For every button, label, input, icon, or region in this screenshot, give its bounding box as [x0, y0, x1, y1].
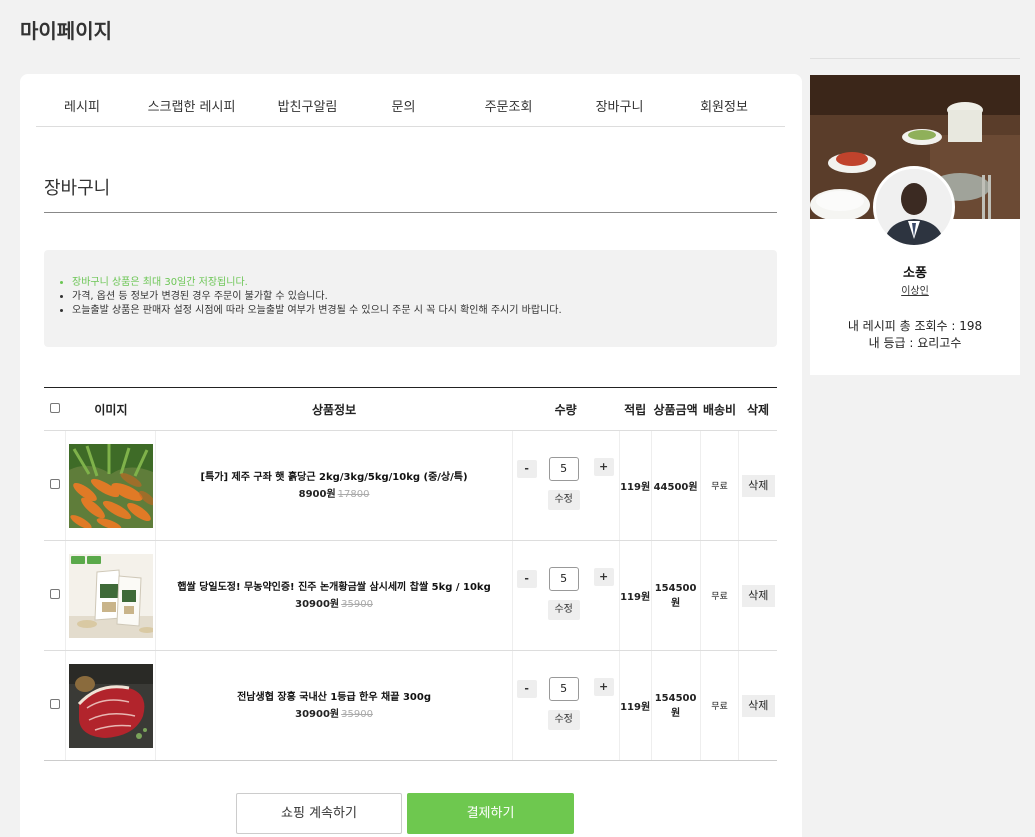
item-shipping: 무료: [711, 482, 728, 492]
product-old-price: 35900: [341, 599, 373, 610]
tab-bapchingu-alarm[interactable]: 밥친구알림: [255, 90, 360, 126]
table-header-row: 이미지 상품정보 수량 적립 상품금액 배송비 삭제: [44, 387, 777, 431]
product-price: 30900원: [295, 709, 340, 720]
notice-item: 장바구니 상품은 최대 30일간 저장됩니다.: [72, 276, 777, 290]
header-qty: 수량: [512, 387, 620, 431]
qty-minus-button[interactable]: -: [516, 569, 537, 588]
page-title: 마이페이지: [20, 19, 112, 43]
header-info: 상품정보: [155, 387, 513, 431]
delete-button[interactable]: 삭제: [741, 694, 775, 717]
header-select-all[interactable]: [44, 387, 66, 431]
tab-member-info[interactable]: 회원정보: [669, 90, 779, 126]
qty-minus-button[interactable]: -: [516, 459, 537, 478]
product-price: 8900원: [298, 489, 336, 500]
qty-edit-button[interactable]: 수정: [547, 599, 580, 620]
qty-edit-button[interactable]: 수정: [547, 709, 580, 730]
item-checkbox[interactable]: [49, 479, 60, 489]
item-amount: 154500원: [651, 650, 701, 761]
item-points: 119원: [619, 430, 652, 541]
product-price: 30900원: [295, 599, 340, 610]
notice-item: 가격, 옵션 등 정보가 변경된 경우 주문이 불가할 수 있습니다.: [72, 290, 777, 304]
select-all-checkbox[interactable]: [49, 403, 60, 413]
qty-input[interactable]: 5: [548, 566, 579, 591]
cart-table: 이미지 상품정보 수량 적립 상품금액 배송비 삭제 [특가] 제주 구좌 햇 …: [44, 387, 777, 761]
profile-name: 소퐁: [903, 266, 927, 281]
checkout-button[interactable]: 결제하기: [407, 793, 574, 834]
profile-grade: 내 등급 : 요리고수: [868, 336, 962, 350]
qty-input[interactable]: 5: [548, 456, 579, 481]
profile-link[interactable]: 이상인: [810, 282, 1020, 297]
header-amount: 상품금액: [651, 387, 701, 431]
qty-input[interactable]: 5: [548, 676, 579, 701]
item-points: 119원: [619, 650, 652, 761]
item-shipping: 무료: [711, 592, 728, 602]
tab-cart[interactable]: 장바구니: [570, 90, 669, 126]
tab-order-lookup[interactable]: 주문조회: [447, 90, 570, 126]
carrots-photo[interactable]: [68, 443, 153, 528]
sidebar-divider: [810, 58, 1020, 59]
qty-minus-button[interactable]: -: [516, 679, 537, 698]
tab-bar: 레시피 스크랩한 레시피 밥친구알림 문의 주문조회 장바구니 회원정보: [36, 90, 785, 127]
beef-photo[interactable]: [68, 663, 153, 748]
tab-scrapped-recipe[interactable]: 스크랩한 레시피: [128, 90, 255, 126]
product-old-price: 35900: [341, 709, 373, 720]
section-title: 장바구니: [44, 178, 111, 199]
tab-inquiry[interactable]: 문의: [360, 90, 447, 126]
section-divider: [44, 212, 777, 213]
table-row: 전남생협 장흥 국내산 1등급 한우 채끝 300g 30900원 35900 -…: [44, 650, 777, 761]
table-row: [특가] 제주 구좌 햇 흙당근 2kg/3kg/5kg/10kg (중/상/특…: [44, 430, 777, 541]
header-shipping: 배송비: [700, 387, 739, 431]
main-card: 레시피 스크랩한 레시피 밥친구알림 문의 주문조회 장바구니 회원정보 장바구…: [20, 74, 802, 837]
delete-button[interactable]: 삭제: [741, 474, 775, 497]
profile-recipe-views: 내 레시피 총 조회수 : 198: [847, 319, 983, 333]
cart-notice: 장바구니 상품은 최대 30일간 저장됩니다. 가격, 옵션 등 정보가 변경된…: [44, 250, 777, 347]
rice-bag-photo[interactable]: [68, 553, 153, 638]
avatar[interactable]: [873, 166, 955, 248]
tab-recipe[interactable]: 레시피: [36, 90, 128, 126]
item-amount: 154500원: [651, 540, 701, 651]
item-checkbox[interactable]: [49, 699, 60, 709]
header-image: 이미지: [65, 387, 156, 431]
item-points: 119원: [619, 540, 652, 651]
qty-plus-button[interactable]: +: [593, 567, 614, 586]
profile-card: 소퐁 이상인 내 레시피 총 조회수 : 198 내 등급 : 요리고수: [810, 75, 1020, 375]
qty-plus-button[interactable]: +: [593, 457, 614, 476]
quantity-stepper: - 5 + 수정: [513, 451, 619, 521]
header-points: 적립: [619, 387, 652, 431]
qty-edit-button[interactable]: 수정: [547, 489, 580, 510]
item-amount: 44500원: [651, 430, 701, 541]
quantity-stepper: - 5 + 수정: [513, 671, 619, 741]
product-name[interactable]: 전남생협 장흥 국내산 1등급 한우 채끝 300g: [156, 691, 511, 705]
qty-plus-button[interactable]: +: [593, 677, 614, 696]
item-shipping: 무료: [711, 702, 728, 712]
header-delete: 삭제: [738, 387, 777, 431]
product-name[interactable]: 햅쌀 당일도정! 무농약인증! 진주 논개황금쌀 삼시세끼 찹쌀 5kg / 1…: [156, 581, 511, 595]
product-old-price: 17800: [337, 489, 370, 500]
delete-button[interactable]: 삭제: [741, 584, 775, 607]
table-row: 햅쌀 당일도정! 무농약인증! 진주 논개황금쌀 삼시세끼 찹쌀 5kg / 1…: [44, 540, 777, 651]
continue-shopping-button[interactable]: 쇼핑 계속하기: [236, 793, 402, 834]
item-checkbox[interactable]: [49, 589, 60, 599]
quantity-stepper: - 5 + 수정: [513, 561, 619, 631]
product-name[interactable]: [특가] 제주 구좌 햇 흙당근 2kg/3kg/5kg/10kg (중/상/특…: [156, 471, 511, 485]
notice-item: 오늘출발 상품은 판매자 설정 시점에 따라 오늘출발 여부가 변경될 수 있으…: [72, 304, 777, 318]
